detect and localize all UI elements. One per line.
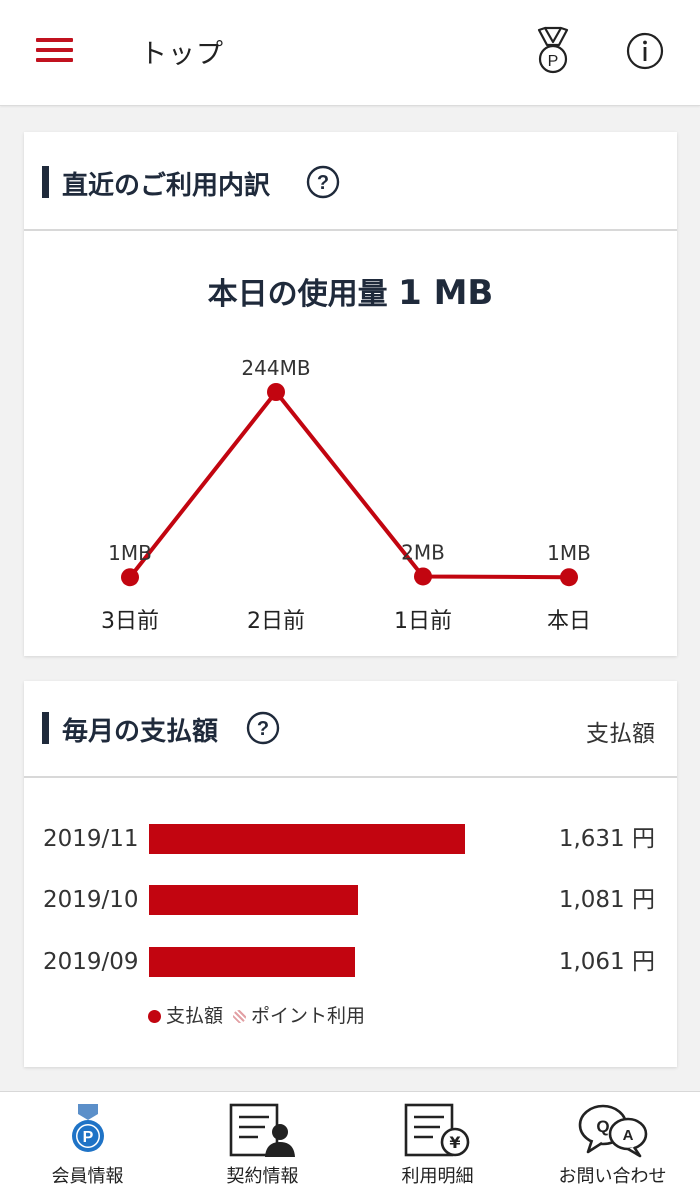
nav-label: 会員情報 bbox=[51, 1166, 124, 1187]
nav-label: 利用明細 bbox=[401, 1166, 474, 1187]
svg-text:?: ? bbox=[257, 718, 269, 740]
usage-x-tick-label: 1日前 bbox=[394, 609, 452, 634]
qa-icon: Q A bbox=[578, 1104, 647, 1158]
nav-label: 契約情報 bbox=[226, 1166, 299, 1187]
payment-bar bbox=[149, 947, 355, 977]
member-badge-icon: P bbox=[71, 1104, 104, 1152]
usage-data-label: 1MB bbox=[547, 541, 591, 565]
payment-row[interactable]: 2019/11 1,631 円 bbox=[24, 823, 677, 855]
paid-legend-label: 支払額 bbox=[166, 1005, 224, 1027]
nav-contract-info[interactable]: 契約情報 bbox=[175, 1092, 350, 1196]
usage-x-tick-label: 3日前 bbox=[101, 609, 159, 634]
payment-month: 2019/11 bbox=[43, 826, 139, 852]
contract-icon bbox=[229, 1103, 295, 1157]
usage-series-line bbox=[128, 390, 570, 580]
usage-data-label: 244MB bbox=[241, 356, 310, 380]
monthly-payment-card: 毎月の支払額 ? 支払額 2019/11 1,631 円 2019/10 1,0… bbox=[24, 681, 677, 1067]
recent-usage-card: 直近のご利用内訳 ? 本日の使用量 1 MB 1MB 3日前 244MB 2日前 2MB… bbox=[24, 132, 677, 656]
usage-data-label: 2MB bbox=[401, 540, 445, 564]
statement-icon: ¥ bbox=[404, 1103, 469, 1157]
payment-bar bbox=[149, 824, 465, 854]
usage-data-point[interactable] bbox=[121, 568, 139, 587]
usage-data-label: 1MB bbox=[108, 541, 152, 565]
nav-member-info[interactable]: P 会員情報 bbox=[0, 1092, 175, 1196]
app-header: トップ P bbox=[0, 0, 700, 106]
usage-x-tick-label: 2日前 bbox=[247, 609, 305, 634]
payment-row[interactable]: 2019/09 1,061 円 bbox=[24, 946, 677, 978]
help-icon[interactable]: ? bbox=[246, 711, 280, 745]
svg-text:P: P bbox=[82, 1129, 93, 1146]
svg-text:Q: Q bbox=[596, 1117, 609, 1136]
points-legend-label: ポイント利用 bbox=[251, 1005, 366, 1027]
svg-text:¥: ¥ bbox=[449, 1133, 460, 1152]
paid-legend-dot bbox=[148, 1010, 161, 1023]
menu-icon[interactable] bbox=[36, 36, 74, 66]
heading-accent-bar bbox=[42, 712, 49, 744]
bottom-nav: P 会員情報 契約情報 ¥ 利用明細 Q A お問い合わせ bbox=[0, 1091, 700, 1196]
payment-amount-link[interactable]: 支払額 bbox=[586, 714, 655, 748]
usage-data-point[interactable] bbox=[414, 567, 432, 586]
usage-data-point[interactable] bbox=[560, 568, 578, 587]
payment-month: 2019/10 bbox=[43, 887, 139, 913]
payment-legend: 支払額 ポイント利用 bbox=[148, 1001, 365, 1028]
card-header: 毎月の支払額 ? 支払額 bbox=[24, 681, 677, 778]
info-icon[interactable] bbox=[625, 31, 665, 71]
payment-bar bbox=[149, 885, 358, 915]
nav-contact[interactable]: Q A お問い合わせ bbox=[525, 1092, 700, 1196]
usage-x-tick-label: 本日 bbox=[547, 609, 591, 634]
payment-amount: 1,081 円 bbox=[558, 887, 655, 913]
nav-label: お問い合わせ bbox=[558, 1166, 667, 1187]
nav-usage-statement[interactable]: ¥ 利用明細 bbox=[350, 1092, 525, 1196]
payment-row[interactable]: 2019/10 1,081 円 bbox=[24, 884, 677, 916]
point-medal-icon[interactable]: P bbox=[530, 26, 576, 76]
monthly-payment-title: 毎月の支払額 bbox=[62, 717, 219, 747]
usage-line-chart: 1MB 3日前 244MB 2日前 2MB 1日前 1MB 本日 bbox=[101, 356, 591, 634]
payment-amount: 1,061 円 bbox=[558, 949, 655, 975]
points-legend-dot bbox=[233, 1010, 247, 1023]
payment-amount: 1,631 円 bbox=[558, 826, 655, 852]
payment-month: 2019/09 bbox=[43, 949, 139, 975]
usage-data-point[interactable] bbox=[267, 383, 285, 401]
page-title: トップ bbox=[140, 39, 224, 70]
svg-text:P: P bbox=[548, 53, 559, 70]
svg-text:A: A bbox=[622, 1127, 633, 1144]
